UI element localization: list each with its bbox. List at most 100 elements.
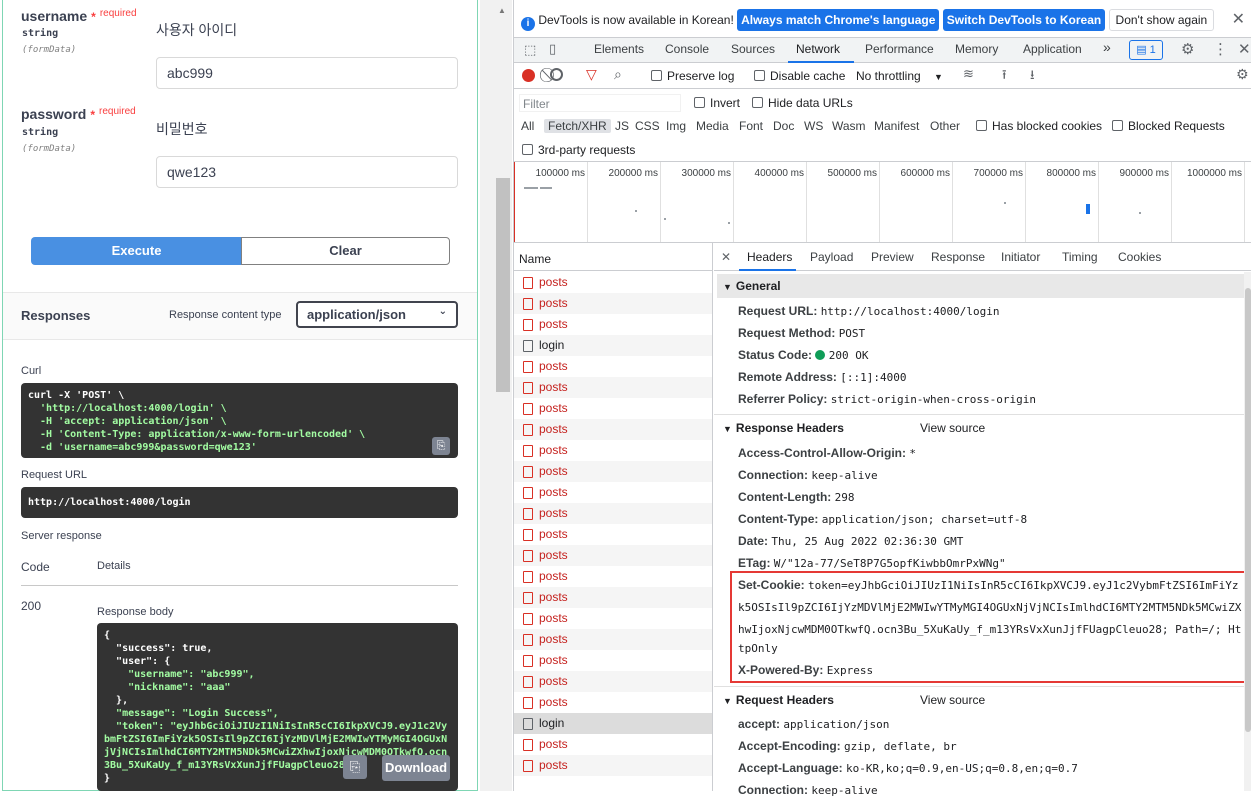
request-row[interactable]: login bbox=[514, 713, 712, 734]
tab-payload[interactable]: Payload bbox=[810, 250, 853, 264]
tab-network[interactable]: Network bbox=[796, 42, 840, 56]
filter-input[interactable]: Filter bbox=[519, 94, 681, 112]
page-scrollbar-thumb[interactable] bbox=[496, 178, 510, 392]
request-row[interactable]: posts bbox=[514, 356, 712, 377]
record-icon[interactable] bbox=[522, 69, 535, 82]
scroll-up-icon[interactable]: ▲ bbox=[498, 6, 506, 15]
kebab-menu-icon[interactable]: ⋮ bbox=[1213, 40, 1228, 58]
preserve-log-checkbox[interactable]: Preserve log bbox=[651, 69, 734, 83]
request-row[interactable]: posts bbox=[514, 314, 712, 335]
blocked-cookies-checkbox[interactable]: Has blocked cookies bbox=[976, 119, 1102, 133]
inspect-icon[interactable]: ⬚ bbox=[524, 42, 536, 58]
tab-console[interactable]: Console bbox=[665, 42, 709, 56]
filter-manifest[interactable]: Manifest bbox=[874, 119, 919, 133]
username-input[interactable]: abc999 bbox=[156, 57, 458, 89]
content-type-select[interactable]: application/json ⌄ bbox=[296, 301, 458, 328]
close-icon[interactable]: ✕ bbox=[1232, 9, 1245, 29]
triangle-down-icon: ▼ bbox=[723, 696, 732, 706]
tab-timing[interactable]: Timing bbox=[1062, 250, 1098, 264]
clear-button[interactable]: Clear bbox=[241, 237, 450, 265]
request-row[interactable]: posts bbox=[514, 545, 712, 566]
invert-checkbox[interactable]: Invert bbox=[694, 96, 740, 110]
request-row[interactable]: posts bbox=[514, 650, 712, 671]
request-row[interactable]: posts bbox=[514, 755, 712, 776]
device-toolbar-icon[interactable]: ▯ bbox=[549, 41, 556, 57]
third-party-checkbox[interactable]: 3rd-party requests bbox=[522, 143, 635, 157]
tab-performance[interactable]: Performance bbox=[865, 42, 934, 56]
clear-icon[interactable] bbox=[550, 68, 563, 81]
tab-headers[interactable]: Headers bbox=[747, 250, 792, 264]
gear-icon[interactable]: ⚙ bbox=[1181, 40, 1194, 58]
throttling-select[interactable]: No throttling ▼ bbox=[856, 69, 943, 83]
tab-cookies[interactable]: Cookies bbox=[1118, 250, 1161, 264]
request-row[interactable]: posts bbox=[514, 566, 712, 587]
tab-sources[interactable]: Sources bbox=[731, 42, 775, 56]
filter-all[interactable]: All bbox=[521, 119, 534, 133]
request-row[interactable]: posts bbox=[514, 671, 712, 692]
filter-ws[interactable]: WS bbox=[804, 119, 823, 133]
request-row[interactable]: posts bbox=[514, 440, 712, 461]
execute-button[interactable]: Execute bbox=[31, 237, 242, 265]
filter-doc[interactable]: Doc bbox=[773, 119, 794, 133]
filter-icon[interactable]: ▽ bbox=[586, 66, 597, 83]
filter-img[interactable]: Img bbox=[666, 119, 686, 133]
blocked-requests-checkbox[interactable]: Blocked Requests bbox=[1112, 119, 1225, 133]
general-section-header[interactable]: ▼ General bbox=[717, 274, 1245, 298]
switch-korean-button[interactable]: Switch DevTools to Korean bbox=[942, 9, 1106, 31]
request-row[interactable]: posts bbox=[514, 503, 712, 524]
filter-media[interactable]: Media bbox=[696, 119, 729, 133]
request-file-icon bbox=[523, 571, 533, 583]
timeline-dot bbox=[664, 218, 666, 220]
download-button[interactable]: Download bbox=[382, 755, 450, 781]
request-row[interactable]: posts bbox=[514, 482, 712, 503]
detail-scrollbar-thumb[interactable] bbox=[1245, 288, 1251, 732]
filter-fetch-xhr[interactable]: Fetch/XHR bbox=[544, 119, 611, 133]
copy-icon[interactable]: ⎘ bbox=[432, 437, 450, 455]
tab-preview[interactable]: Preview bbox=[871, 250, 914, 264]
close-detail-icon[interactable]: ✕ bbox=[721, 250, 731, 264]
filter-font[interactable]: Font bbox=[739, 119, 763, 133]
password-input[interactable]: qwe123 bbox=[156, 156, 458, 188]
network-conditions-icon[interactable]: ≋ bbox=[963, 66, 974, 82]
hide-data-urls-checkbox[interactable]: Hide data URLs bbox=[752, 96, 853, 110]
filter-other[interactable]: Other bbox=[930, 119, 960, 133]
request-row[interactable]: posts bbox=[514, 524, 712, 545]
request-row[interactable]: posts bbox=[514, 272, 712, 293]
copy-icon[interactable]: ⎘ bbox=[343, 755, 367, 779]
request-row[interactable]: posts bbox=[514, 734, 712, 755]
close-devtools-icon[interactable]: ✕ bbox=[1238, 40, 1251, 58]
filter-css[interactable]: CSS bbox=[635, 119, 660, 133]
filter-js[interactable]: JS bbox=[615, 119, 629, 133]
import-har-icon[interactable]: ⭱ bbox=[1002, 66, 1007, 88]
request-row[interactable]: posts bbox=[514, 398, 712, 419]
request-row[interactable]: posts bbox=[514, 419, 712, 440]
timeline-tick: 400000 ms bbox=[754, 168, 804, 179]
request-row[interactable]: posts bbox=[514, 629, 712, 650]
request-row[interactable]: posts bbox=[514, 692, 712, 713]
search-icon[interactable]: ⌕ bbox=[614, 66, 622, 83]
view-source-link[interactable]: View source bbox=[920, 693, 985, 707]
request-row[interactable]: posts bbox=[514, 587, 712, 608]
filter-wasm[interactable]: Wasm bbox=[832, 119, 866, 133]
request-row[interactable]: posts bbox=[514, 293, 712, 314]
request-row[interactable]: posts bbox=[514, 608, 712, 629]
disable-cache-checkbox[interactable]: Disable cache bbox=[754, 69, 845, 83]
tab-response[interactable]: Response bbox=[931, 250, 985, 264]
tab-initiator[interactable]: Initiator bbox=[1001, 250, 1040, 264]
curl-line: curl -X 'POST' \ bbox=[28, 390, 125, 401]
export-har-icon[interactable]: ⭳ bbox=[1030, 66, 1035, 88]
tab-elements[interactable]: Elements bbox=[594, 42, 644, 56]
request-row[interactable]: posts bbox=[514, 377, 712, 398]
more-tabs-icon[interactable]: » bbox=[1103, 39, 1111, 55]
network-settings-icon[interactable]: ⚙ bbox=[1236, 66, 1249, 83]
view-source-link[interactable]: View source bbox=[920, 421, 985, 435]
tab-memory[interactable]: Memory bbox=[955, 42, 998, 56]
request-row[interactable]: login bbox=[514, 335, 712, 356]
issues-button[interactable]: ▤ 1 bbox=[1129, 40, 1163, 60]
param-password-type: string bbox=[22, 127, 59, 138]
tab-application[interactable]: Application bbox=[1023, 42, 1082, 56]
dont-show-button[interactable]: Don't show again bbox=[1108, 9, 1215, 31]
request-row[interactable]: posts bbox=[514, 461, 712, 482]
name-column-header[interactable]: Name bbox=[514, 243, 712, 271]
always-match-button[interactable]: Always match Chrome's language bbox=[737, 9, 940, 31]
